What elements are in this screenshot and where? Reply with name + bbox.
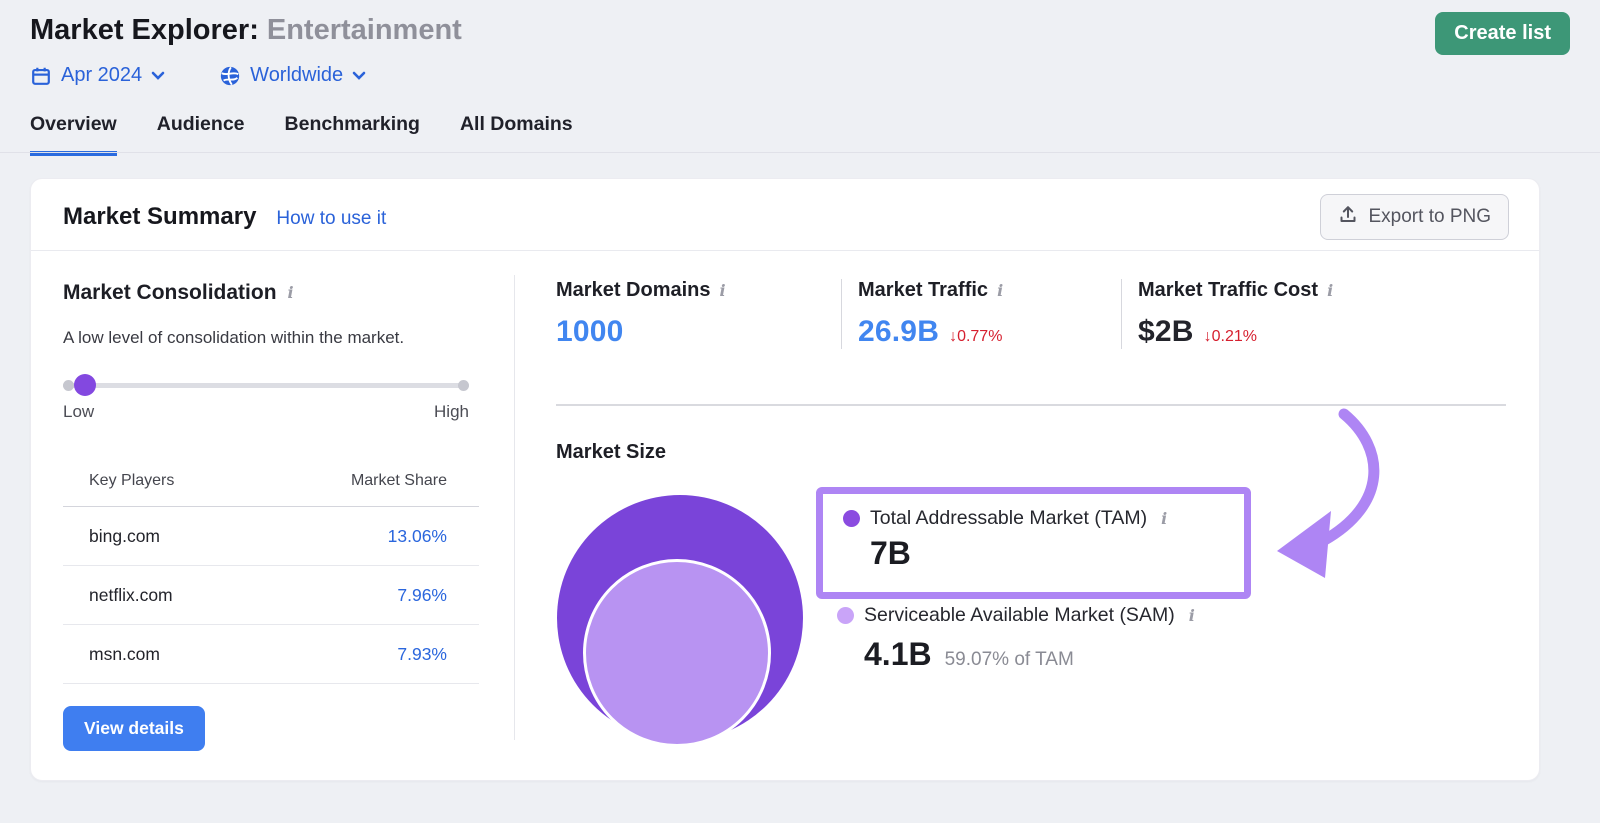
- share-cell[interactable]: 7.96%: [397, 585, 447, 606]
- market-explorer-page: Market Explorer: Entertainment Create lis…: [0, 0, 1600, 823]
- market-stats: Market Domains i 1000 Market Traffic i 2…: [556, 279, 1501, 349]
- slider-right-endpoint: [458, 379, 469, 391]
- stat-market-domains: Market Domains i 1000: [556, 279, 841, 349]
- market-size-title: Market Size: [556, 441, 667, 463]
- chevron-down-icon: [352, 71, 366, 80]
- sam-legend: Serviceable Available Market (SAM) i 4.1…: [837, 604, 1195, 673]
- tam-label: Total Addressable Market (TAM): [870, 507, 1148, 529]
- sam-legend-bullet: [837, 607, 854, 624]
- share-cell[interactable]: 7.93%: [397, 644, 447, 665]
- sam-share-of-tam: 59.07% of TAM: [944, 649, 1074, 670]
- slider-left-endpoint: [63, 379, 74, 391]
- upload-icon: [1338, 204, 1358, 230]
- share-cell[interactable]: 13.06%: [388, 526, 447, 547]
- how-to-use-link[interactable]: How to use it: [276, 208, 386, 230]
- slider-high-label: High: [434, 402, 469, 421]
- domain-cell: netflix.com: [89, 584, 173, 605]
- page-title-prefix: Market Explorer:: [30, 14, 259, 46]
- page-title-entity: Entertainment: [266, 14, 462, 46]
- tam-value: 7B: [870, 535, 911, 571]
- key-players-header: Key Players: [89, 472, 175, 489]
- stat-value: 1000: [556, 315, 624, 348]
- sam-label: Serviceable Available Market (SAM): [864, 604, 1175, 626]
- chevron-down-icon: [151, 71, 165, 80]
- stat-market-traffic: Market Traffic i 26.9B ↓0.77%: [841, 279, 1121, 349]
- table-row: bing.com 13.06%: [63, 507, 479, 566]
- tab-all-domains[interactable]: All Domains: [460, 113, 573, 156]
- card-title: Market Summary: [63, 203, 257, 230]
- sam-value: 4.1B: [864, 636, 932, 672]
- market-summary-card: Market Summary How to use it Export to P…: [30, 178, 1540, 781]
- stat-label: Market Traffic: [858, 279, 989, 301]
- stat-market-traffic-cost: Market Traffic Cost i $2B ↓0.21%: [1121, 279, 1501, 349]
- header-divider: [0, 152, 1600, 153]
- table-row: msn.com 7.93%: [63, 625, 479, 684]
- stat-value: $2B: [1138, 315, 1194, 348]
- key-players-table: Key Players Market Share bing.com 13.06%…: [63, 472, 479, 684]
- tab-audience[interactable]: Audience: [157, 113, 245, 156]
- sam-circle: [583, 559, 771, 747]
- table-row: netflix.com 7.96%: [63, 566, 479, 625]
- info-icon[interactable]: i: [1189, 607, 1195, 624]
- market-consolidation-section: Market Consolidation i A low level of co…: [63, 281, 509, 751]
- tab-bar: Overview Audience Benchmarking All Domai…: [30, 113, 573, 156]
- stat-change-negative: ↓0.21%: [1203, 328, 1258, 345]
- domain-cell: bing.com: [89, 525, 161, 546]
- stat-label: Market Traffic Cost: [1138, 279, 1319, 301]
- export-button-label: Export to PNG: [1368, 206, 1492, 227]
- tam-legend-bullet: [843, 510, 860, 527]
- stats-divider: [556, 404, 1506, 406]
- slider-track: [63, 382, 469, 388]
- date-filter[interactable]: Apr 2024: [30, 64, 165, 87]
- market-consolidation-title: Market Consolidation: [63, 281, 277, 304]
- stat-label: Market Domains: [556, 279, 711, 301]
- slider-low-label: Low: [63, 402, 95, 421]
- info-icon[interactable]: i: [1327, 282, 1333, 299]
- view-details-button[interactable]: View details: [63, 706, 205, 751]
- page-title: Market Explorer: Entertainment: [30, 14, 462, 47]
- tab-benchmarking[interactable]: Benchmarking: [285, 113, 420, 156]
- tam-highlight-box: Total Addressable Market (TAM) i 7B: [816, 487, 1251, 599]
- create-list-button[interactable]: Create list: [1435, 12, 1570, 55]
- slider-handle: [74, 374, 96, 396]
- tab-overview[interactable]: Overview: [30, 113, 117, 156]
- stat-change-negative: ↓0.77%: [949, 328, 1003, 345]
- region-filter-label: Worldwide: [250, 64, 344, 86]
- info-icon[interactable]: i: [288, 285, 294, 301]
- region-filter[interactable]: Worldwide: [219, 64, 366, 87]
- consolidation-description: A low level of consolidation within the …: [63, 328, 405, 347]
- market-share-header: Market Share: [350, 472, 447, 489]
- info-icon[interactable]: i: [720, 282, 726, 299]
- info-icon[interactable]: i: [1161, 510, 1167, 527]
- globe-icon: [219, 65, 241, 87]
- domain-cell: msn.com: [89, 643, 160, 664]
- export-to-png-button[interactable]: Export to PNG: [1319, 194, 1509, 240]
- filter-bar: Apr 2024 Worldwide: [30, 64, 366, 87]
- card-header-divider: [31, 250, 1539, 251]
- annotation-arrow: [1277, 408, 1380, 578]
- stat-value: 26.9B: [858, 315, 940, 348]
- info-icon[interactable]: i: [997, 282, 1003, 299]
- column-divider: [514, 275, 515, 740]
- consolidation-slider: [63, 374, 469, 396]
- date-filter-label: Apr 2024: [61, 64, 143, 86]
- calendar-icon: [30, 65, 52, 87]
